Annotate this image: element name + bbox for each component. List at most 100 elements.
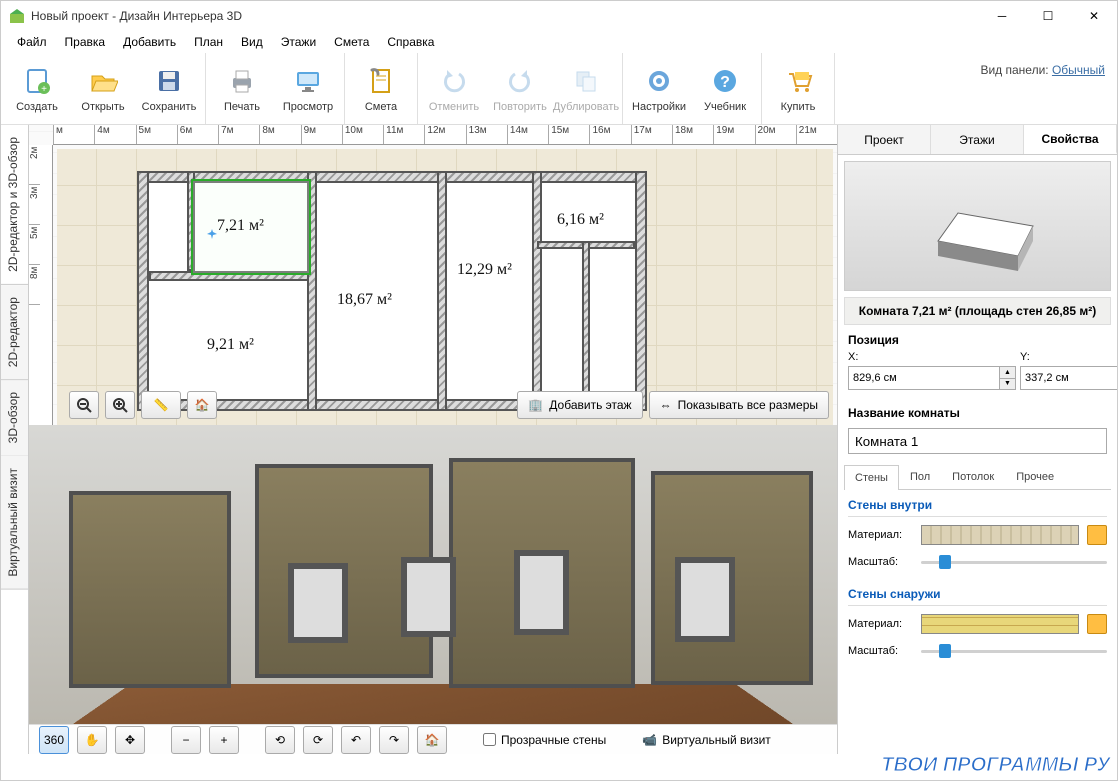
tab-2d[interactable]: 2D-редактор (1, 285, 28, 380)
rotate-right-button[interactable]: ↷ (379, 726, 409, 754)
rotate-left-button[interactable]: ↶ (341, 726, 371, 754)
tool-cart[interactable]: Купить (766, 59, 830, 118)
zoom-in-3d[interactable]: + (209, 726, 239, 754)
show-dimensions-button[interactable]: ⇔Показывать все размеры (649, 391, 829, 419)
virtual-visit-button[interactable]: 📹Виртуальный визит (642, 733, 771, 747)
gear-icon (643, 65, 675, 97)
tool-help[interactable]: ?Учебник (693, 59, 757, 118)
menu-help[interactable]: Справка (379, 33, 442, 51)
home-button[interactable]: 🏠 (187, 391, 217, 419)
subtab-walls[interactable]: Стены (844, 465, 899, 490)
menu-floors[interactable]: Этажи (273, 33, 324, 51)
menu-estimate[interactable]: Смета (326, 33, 377, 51)
svg-text:?: ? (720, 74, 730, 91)
cart-icon (782, 65, 814, 97)
room-area-4: 12,29 м² (457, 261, 512, 279)
position-header: Позиция (838, 325, 1117, 351)
tool-dup[interactable]: Дублировать (554, 59, 618, 118)
move-handle-icon[interactable] (207, 229, 217, 239)
tool-save[interactable]: Сохранить (137, 59, 201, 118)
tab-project[interactable]: Проект (838, 125, 931, 154)
3d-preview[interactable]: 360 ✋ ✥ − + ⟲ ⟳ ↶ ↷ 🏠 Прозрачные стены 📹… (29, 425, 837, 754)
position-y-input[interactable]: ▲▼ (1020, 366, 1117, 390)
room-area-2: 6,16 м² (557, 211, 604, 229)
camera-icon: 📹 (642, 733, 657, 747)
tool-new[interactable]: +Создать (5, 59, 69, 118)
room-area-3: 18,67 м² (337, 291, 392, 309)
tilt-down-button[interactable]: ⟲ (265, 726, 295, 754)
estimate-icon (365, 65, 397, 97)
panel-view-link[interactable]: Обычный (1052, 63, 1105, 77)
room-preview-3d (844, 161, 1111, 291)
inner-material-browse[interactable] (1087, 525, 1107, 545)
menu-view[interactable]: Вид (233, 33, 271, 51)
room-name-input[interactable] (848, 428, 1107, 454)
tab-2d-and-3d[interactable]: 2D-редактор и 3D-обзор (1, 125, 28, 285)
floor-plan-canvas[interactable]: 7,21 м² 6,16 м² 18,67 м² 12,29 м² 9,21 м… (57, 149, 833, 425)
panel-view-switch: Вид панели: Обычный (980, 63, 1105, 77)
tab-virtual-visit[interactable]: Виртуальный визит (1, 456, 28, 590)
room-caption: Комната 7,21 м² (площадь стен 26,85 м²) (844, 297, 1111, 325)
room-name-header: Название комнаты (838, 398, 1117, 424)
inner-material-swatch[interactable] (921, 525, 1079, 545)
tool-print[interactable]: Печать (210, 59, 274, 118)
subtab-floor[interactable]: Пол (899, 464, 941, 489)
watermark: ТВОИ ПРОГРАММЫ РУ (881, 754, 1110, 777)
open-icon (87, 65, 119, 97)
tool-undo[interactable]: Отменить (422, 59, 486, 118)
tool-monitor[interactable]: Просмотр (276, 59, 340, 118)
tool-redo[interactable]: Повторить (488, 59, 552, 118)
print-icon (226, 65, 258, 97)
tab-properties[interactable]: Свойства (1024, 125, 1117, 154)
zoom-out-3d[interactable]: − (171, 726, 201, 754)
ruler-button[interactable]: 📏 (141, 391, 181, 419)
move-button[interactable]: ✥ (115, 726, 145, 754)
side-tabs: 2D-редактор и 3D-обзор 2D-редактор 3D-об… (1, 125, 29, 754)
tool-open[interactable]: Открыть (71, 59, 135, 118)
properties-panel: Проект Этажи Свойства Комната 7,21 м² (п… (837, 125, 1117, 754)
outer-scale-slider[interactable] (921, 642, 1107, 660)
transparent-walls-checkbox[interactable]: Прозрачные стены (483, 733, 606, 747)
dimensions-icon: ⇔ (660, 398, 672, 412)
2d-editor[interactable]: м4м5м6м7м8м9м10м11м12м13м14м15м16м17м18м… (29, 125, 837, 425)
inner-walls-header: Стены внутри (848, 498, 1107, 517)
zoom-in-button[interactable] (105, 391, 135, 419)
tab-3d[interactable]: 3D-обзор (1, 380, 28, 456)
3d-toolbar: 360 ✋ ✥ − + ⟲ ⟳ ↶ ↷ 🏠 Прозрачные стены 📹… (29, 724, 837, 754)
zoom-out-button[interactable] (69, 391, 99, 419)
close-button[interactable]: ✕ (1071, 1, 1117, 31)
subtab-ceiling[interactable]: Потолок (941, 464, 1005, 489)
redo-icon (504, 65, 536, 97)
menu-add[interactable]: Добавить (115, 33, 184, 51)
tool-estimate[interactable]: Смета (349, 59, 413, 118)
room-area-1: 7,21 м² (217, 217, 264, 235)
title-bar: Новый проект - Дизайн Интерьера 3D ─ ☐ ✕ (1, 1, 1117, 31)
tool-gear[interactable]: Настройки (627, 59, 691, 118)
window-title: Новый проект - Дизайн Интерьера 3D (31, 9, 242, 23)
subtab-other[interactable]: Прочее (1005, 464, 1065, 489)
outer-walls-header: Стены снаружи (848, 587, 1107, 606)
ruler-horizontal: м4м5м6м7м8м9м10м11м12м13м14м15м16м17м18м… (53, 125, 837, 145)
monitor-icon (292, 65, 324, 97)
dup-icon (570, 65, 602, 97)
rotate-360-button[interactable]: 360 (39, 726, 69, 754)
menu-edit[interactable]: Правка (57, 33, 114, 51)
menu-bar: Файл Правка Добавить План Вид Этажи Смет… (1, 31, 1117, 53)
outer-material-browse[interactable] (1087, 614, 1107, 634)
maximize-button[interactable]: ☐ (1025, 1, 1071, 31)
svg-text:+: + (41, 84, 47, 95)
position-x-input[interactable]: ▲▼ (848, 366, 1016, 390)
minimize-button[interactable]: ─ (979, 1, 1025, 31)
pan-button[interactable]: ✋ (77, 726, 107, 754)
menu-plan[interactable]: План (186, 33, 231, 51)
outer-material-swatch[interactable] (921, 614, 1079, 634)
inner-scale-slider[interactable] (921, 553, 1107, 571)
new-icon: + (21, 65, 53, 97)
ruler-vertical: 2м3м5м8м (29, 145, 53, 425)
add-floor-button[interactable]: 🏢Добавить этаж (517, 391, 642, 419)
reset-view-button[interactable]: 🏠 (417, 726, 447, 754)
toolbar: +СоздатьОткрытьСохранитьПечатьПросмотрСм… (1, 53, 1117, 125)
menu-file[interactable]: Файл (9, 33, 55, 51)
tab-floors[interactable]: Этажи (931, 125, 1024, 154)
tilt-up-button[interactable]: ⟳ (303, 726, 333, 754)
